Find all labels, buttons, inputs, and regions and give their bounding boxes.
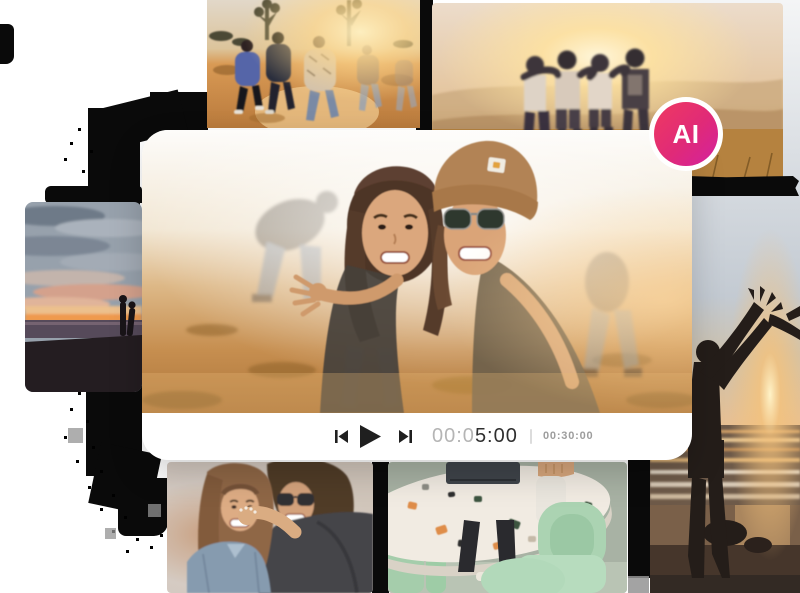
- skip-forward-icon: [399, 430, 412, 443]
- ink-blob: [45, 186, 142, 203]
- ai-badge-label: AI: [673, 119, 700, 150]
- ink-blob: [0, 24, 14, 64]
- duration-label: 00:30:00: [543, 430, 593, 442]
- photo-terrazzo-table: [388, 462, 627, 593]
- ink-fleck: [68, 428, 83, 443]
- ink-fleck: [105, 528, 116, 539]
- video-preview[interactable]: [142, 130, 692, 413]
- ink-blob: [372, 462, 389, 593]
- photo-desert-run: [207, 0, 420, 128]
- photo-beach-couple: [25, 202, 142, 392]
- skip-back-icon: [335, 430, 348, 443]
- video-player-card: 00:05:00 00:30:00: [142, 130, 692, 460]
- play-icon: [360, 425, 381, 448]
- photo-friends-hug: [167, 462, 373, 593]
- skip-back-button[interactable]: [335, 430, 348, 443]
- timecode: 00:05:00: [432, 425, 518, 448]
- ai-badge-circle: AI: [654, 102, 718, 166]
- ai-badge: AI: [649, 97, 723, 171]
- ink-fleck: [628, 576, 649, 593]
- hero-collage: 00:05:00 00:30:00 AI: [0, 0, 800, 593]
- ink-blob: [628, 456, 651, 578]
- ink-fleck: [148, 504, 161, 517]
- timecode-elapsed-dim: 00:0: [432, 425, 475, 447]
- timecode-separator: [530, 429, 532, 444]
- timecode-elapsed-active: 5:00: [475, 425, 518, 447]
- play-button[interactable]: [360, 425, 381, 448]
- ink-spray: [0, 0, 3, 3]
- skip-forward-button[interactable]: [399, 430, 412, 443]
- playback-controls: 00:05:00 00:30:00: [142, 413, 692, 460]
- ink-blob: [678, 176, 799, 196]
